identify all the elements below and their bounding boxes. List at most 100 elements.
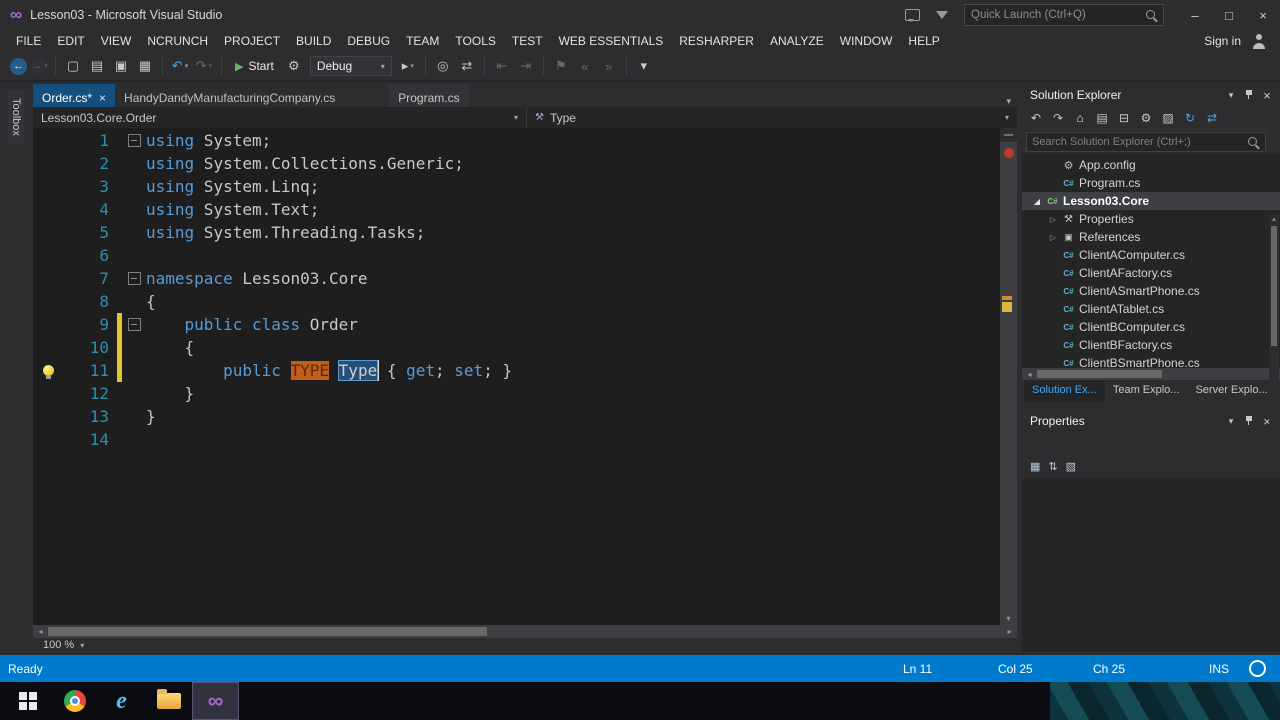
feedback-circle-icon[interactable] [1249, 660, 1266, 677]
tree-item-clientbfactory-cs[interactable]: C# ClientBFactory.cs [1022, 336, 1280, 354]
sign-in-link[interactable]: Sign in [1204, 34, 1251, 48]
code-line-11[interactable]: 11 public TYPE Type { get; set; } [33, 359, 1000, 382]
properties-object-combo[interactable] [1022, 432, 1280, 454]
code-line-7[interactable]: 7– namespace Lesson03.Core [33, 267, 1000, 290]
debug-target-dropdown[interactable]: Debug ▾ [309, 56, 392, 76]
menu-item-team[interactable]: TEAM [398, 31, 447, 51]
code-line-4[interactable]: 4 using System.Text; [33, 198, 1000, 221]
menu-item-tools[interactable]: TOOLS [447, 31, 503, 51]
tree-item-lesson03-core[interactable]: ◢ C# Lesson03.Core [1022, 192, 1280, 210]
code-line-10[interactable]: 10 { [33, 336, 1000, 359]
quick-launch[interactable] [964, 4, 1164, 26]
menu-item-test[interactable]: TEST [504, 31, 551, 51]
editor-vertical-scrollbar[interactable]: ▾ [1000, 128, 1017, 625]
menu-item-analyze[interactable]: ANALYZE [762, 31, 832, 51]
find-in-files-icon[interactable]: ◎ [433, 56, 453, 76]
property-pages-icon[interactable]: ▧ [1066, 460, 1076, 473]
tree-item-program-cs[interactable]: C# Program.cs [1022, 174, 1280, 192]
tree-item-clientacomputer-cs[interactable]: C# ClientAComputer.cs [1022, 246, 1280, 264]
type-dropdown[interactable]: Lesson03.Core.Order ▾ [33, 107, 527, 128]
tool-tab-team-explo[interactable]: Team Explo... [1105, 380, 1188, 402]
code-line-13[interactable]: 13} [33, 405, 1000, 428]
code-line-5[interactable]: 5 using System.Threading.Tasks; [33, 221, 1000, 244]
preview-selected-icon[interactable]: ▨ [1158, 109, 1178, 127]
collapse-all-icon[interactable]: ⊟ [1114, 109, 1134, 127]
splitter-handle-icon[interactable] [1000, 128, 1017, 143]
tree-item-clientafactory-cs[interactable]: C# ClientAFactory.cs [1022, 264, 1280, 282]
menu-item-project[interactable]: PROJECT [216, 31, 288, 51]
start-menu-button[interactable] [4, 682, 51, 720]
maximize-button[interactable]: □ [1212, 0, 1246, 30]
close-icon[interactable]: × [99, 91, 106, 105]
code-line-6[interactable]: 6 [33, 244, 1000, 267]
filter-icon[interactable] [936, 11, 948, 19]
chevron-down-icon[interactable]: ▾ [1222, 413, 1240, 429]
bookmark-icon[interactable]: ⚑ [551, 56, 571, 76]
chrome-taskbar-button[interactable] [51, 682, 98, 720]
undo-icon[interactable]: ↶ ▾ [170, 56, 190, 76]
uncomment-icon[interactable]: » [599, 56, 619, 76]
collapse-region-icon[interactable]: – [127, 272, 141, 285]
tree-item-clientasmartphone-cs[interactable]: C# ClientASmartPhone.cs [1022, 282, 1280, 300]
refresh-icon[interactable]: ↻ [1180, 109, 1200, 127]
home-icon[interactable]: ⌂ [1070, 109, 1090, 127]
code-editor[interactable]: 1– using System; 2 using System.Collections… [33, 128, 1017, 625]
menu-item-view[interactable]: VIEW [93, 31, 140, 51]
tree-item-properties[interactable]: ▷ ⚒ Properties [1022, 210, 1280, 228]
menu-item-debug[interactable]: DEBUG [339, 31, 398, 51]
minimize-button[interactable]: – [1178, 0, 1212, 30]
zoom-control[interactable]: 100 % ▾ [37, 639, 90, 651]
menu-item-web-essentials[interactable]: WEB ESSENTIALS [551, 31, 672, 51]
scroll-right-icon[interactable]: ▸ [1002, 627, 1017, 636]
tool-tab-solution-ex[interactable]: Solution Ex... [1024, 380, 1105, 402]
menu-item-help[interactable]: HELP [900, 31, 947, 51]
expander-icon[interactable]: ▷ [1046, 215, 1060, 224]
chevron-down-icon[interactable]: ▾ [1222, 87, 1240, 103]
expander-icon[interactable]: ▷ [1046, 233, 1060, 242]
expander-icon[interactable]: ◢ [1030, 197, 1044, 206]
tree-item-clientbcomputer-cs[interactable]: C# ClientBComputer.cs [1022, 318, 1280, 336]
tree-item-clientatablet-cs[interactable]: C# ClientATablet.cs [1022, 300, 1280, 318]
tree-item-references[interactable]: ▷ ▣ References [1022, 228, 1280, 246]
indent-increase-icon[interactable]: ⇥ [516, 56, 536, 76]
tool-tab-server-explo[interactable]: Server Explo... [1187, 380, 1275, 402]
toolbar-options-icon[interactable]: ▾ [634, 56, 654, 76]
editor-horizontal-scrollbar[interactable]: ◂ ▸ [33, 625, 1017, 638]
save-all-icon[interactable]: ▦ [135, 56, 155, 76]
code-line-8[interactable]: 8{ [33, 290, 1000, 313]
redo-navigation-icon[interactable]: ↷ [1048, 109, 1068, 127]
scrollbar-thumb[interactable] [1271, 226, 1277, 346]
scroll-left-icon[interactable]: ◂ [1022, 370, 1037, 379]
tree-horizontal-scrollbar[interactable]: ◂ ▸ [1022, 368, 1280, 380]
run-dropdown-icon[interactable]: ▸ ▾ [398, 56, 418, 76]
code-area[interactable]: 1– using System; 2 using System.Collections… [33, 128, 1000, 625]
categorized-icon[interactable]: ▦ [1030, 460, 1040, 473]
start-button[interactable]: ▶ Start [235, 59, 274, 73]
user-account-icon[interactable] [1251, 33, 1266, 49]
menu-item-resharper[interactable]: RESHARPER [671, 31, 762, 51]
solution-search-input[interactable] [1027, 136, 1247, 148]
properties-window-icon[interactable]: ⚙ [1136, 109, 1156, 127]
indent-decrease-icon[interactable]: ⇤ [492, 56, 512, 76]
scroll-up-icon[interactable]: ▴ [1272, 215, 1276, 223]
sync-icon[interactable]: ⇄ [457, 56, 477, 76]
lightbulb-icon[interactable] [42, 365, 54, 379]
tree-item-clientbsmartphone-cs[interactable]: C# ClientBSmartPhone.cs [1022, 354, 1280, 368]
scroll-left-icon[interactable]: ◂ [33, 627, 48, 636]
quick-launch-input[interactable] [965, 9, 1145, 21]
close-icon[interactable]: × [1258, 87, 1276, 103]
tree-vertical-scrollbar[interactable]: ▴ [1269, 215, 1279, 455]
code-line-14[interactable]: 14 [33, 428, 1000, 451]
code-line-2[interactable]: 2 using System.Collections.Generic; [33, 152, 1000, 175]
pin-icon[interactable] [1240, 413, 1258, 429]
pin-icon[interactable] [1240, 87, 1258, 103]
tab-list-chevron-icon[interactable]: ▾ [1006, 96, 1011, 107]
tab-program-cs[interactable]: Program.cs [389, 84, 469, 107]
redo-icon[interactable]: ↷ ▾ [194, 56, 214, 76]
alphabetical-icon[interactable]: ⇅ [1048, 460, 1057, 473]
tab-handydandymanufacturingcompany-cs[interactable]: HandyDandyManufacturingCompany.cs [115, 84, 344, 107]
code-line-1[interactable]: 1– using System; [33, 129, 1000, 152]
menu-item-window[interactable]: WINDOW [832, 31, 901, 51]
tree-item-app-config[interactable]: ⚙ App.config [1022, 156, 1280, 174]
menu-item-file[interactable]: FILE [8, 31, 49, 51]
